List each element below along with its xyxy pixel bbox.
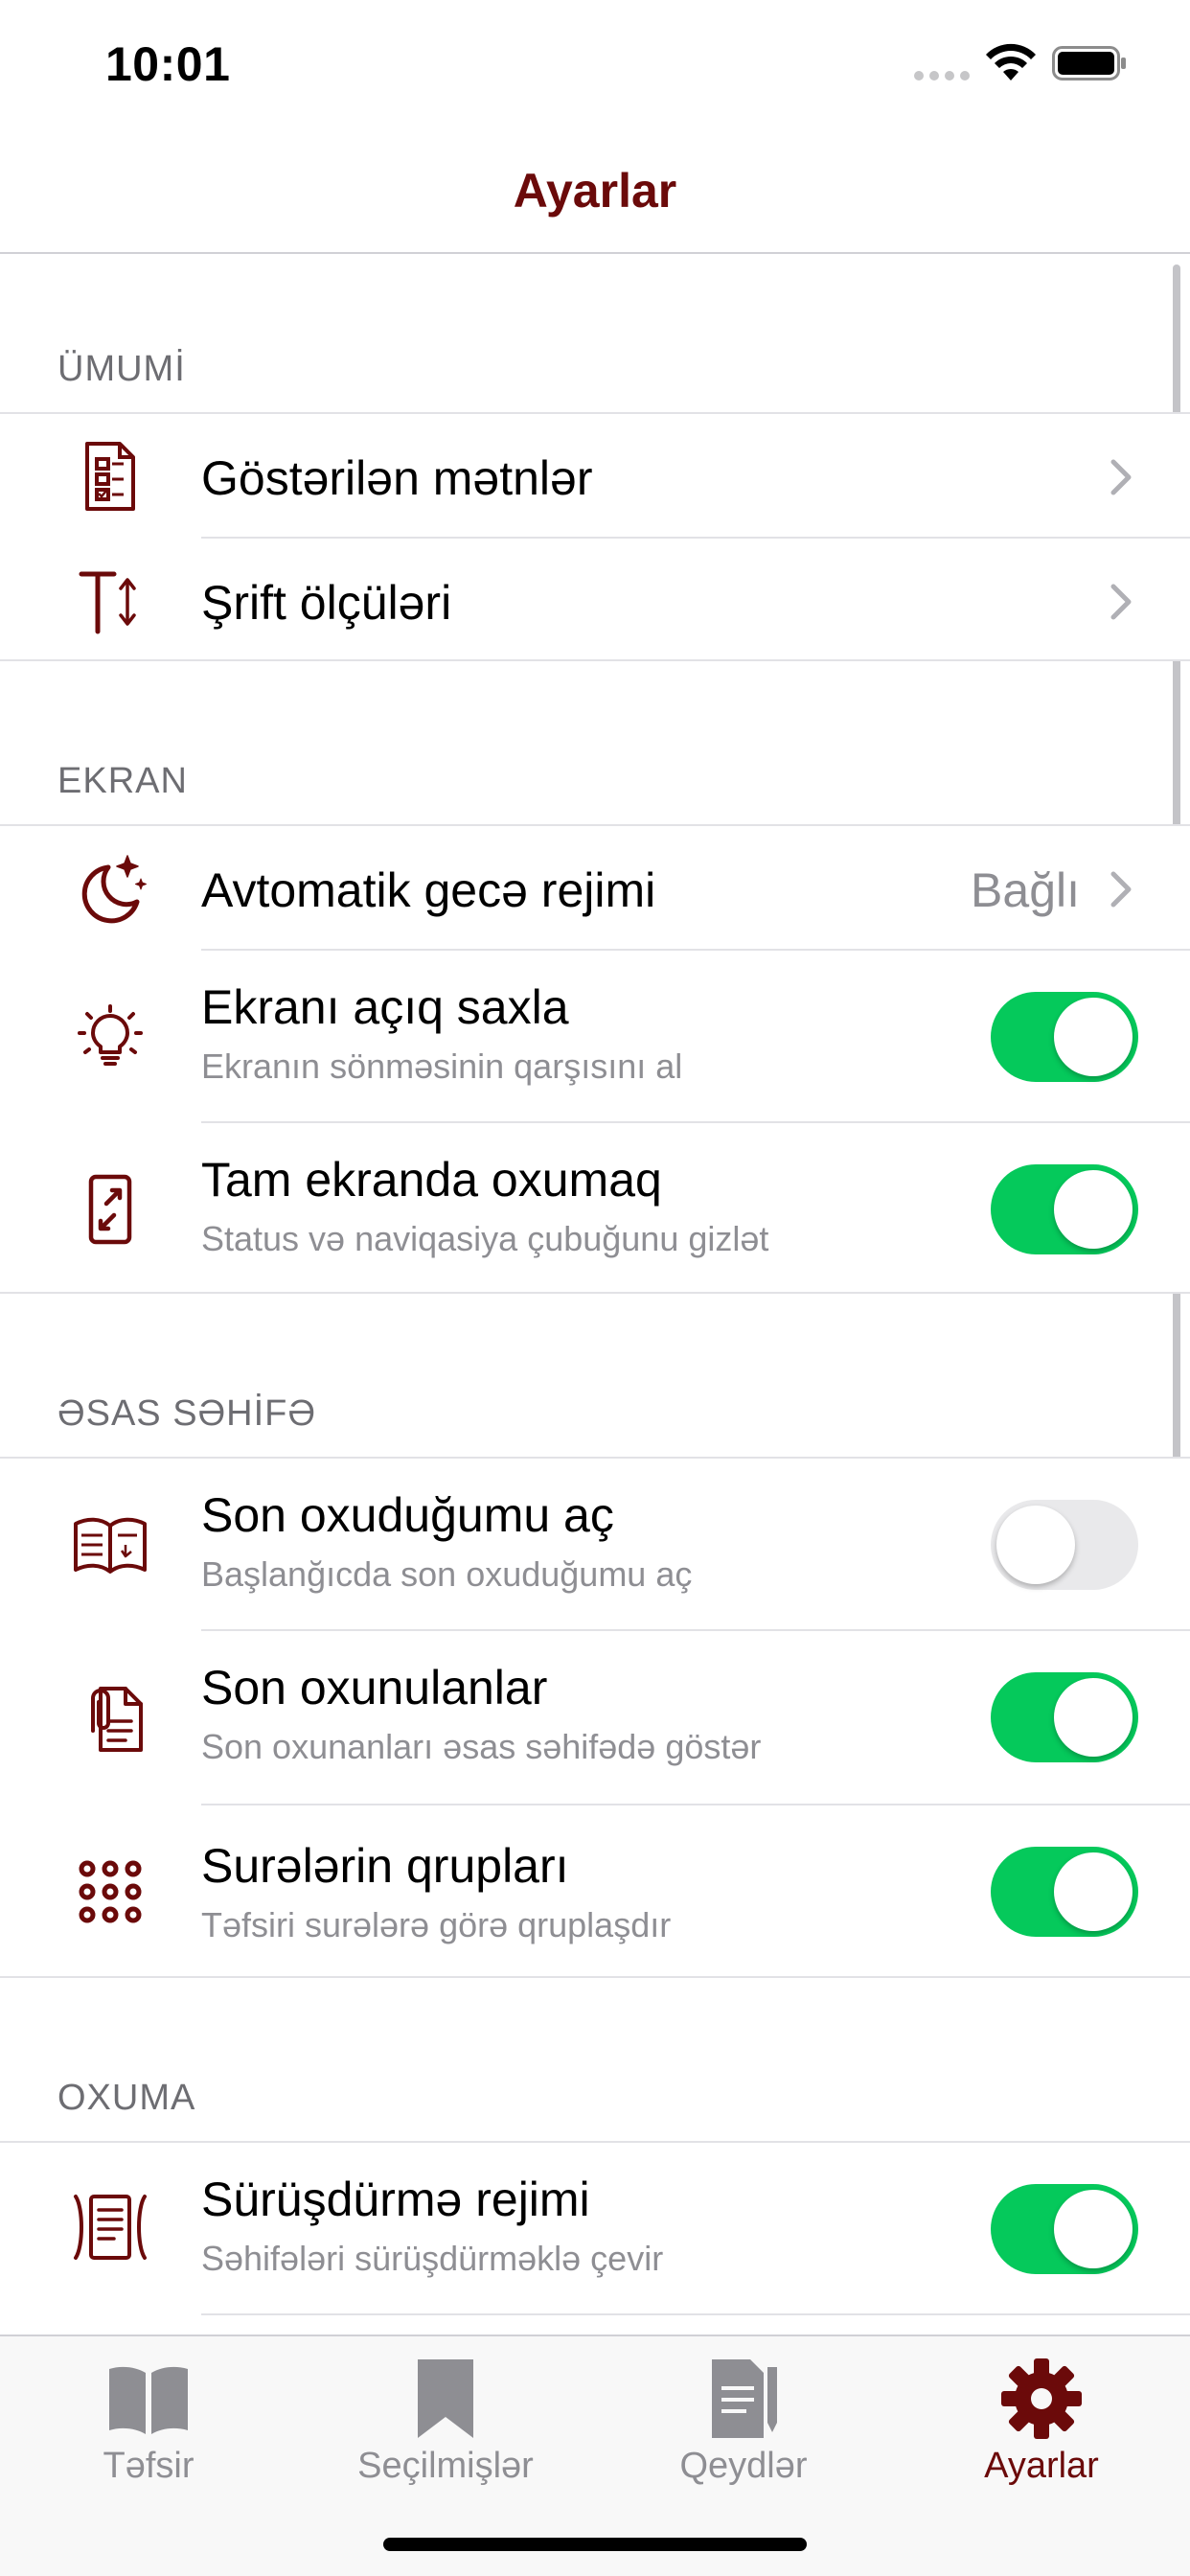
tab-notes[interactable]: Qeydlər xyxy=(595,2348,892,2492)
status-time: 10:01 xyxy=(105,37,231,91)
section-screen: Avtomatik gecə rejimi Bağlı Ekranı açıq … xyxy=(0,824,1190,1294)
home-indicator[interactable] xyxy=(383,2538,807,2551)
keep-screen-on-toggle[interactable] xyxy=(991,992,1138,1082)
tab-favorites[interactable]: Seçilmişlər xyxy=(297,2348,594,2492)
moon-stars-icon xyxy=(67,845,153,932)
section-header-screen: EKRAN xyxy=(57,761,188,801)
row-surah-groups[interactable]: Surələrin qrupları Təfsiri surələrə görə… xyxy=(0,1806,1190,1978)
row-subtitle: Səhifələri sürüşdürməklə çevir xyxy=(201,2239,664,2278)
checklist-document-icon xyxy=(67,433,153,519)
fullscreen-icon xyxy=(67,1166,153,1253)
scroll-mode-toggle[interactable] xyxy=(991,2184,1138,2274)
row-title: Sürüşdürmə rejimi xyxy=(201,2173,590,2226)
tab-label: Təfsir xyxy=(103,2446,195,2486)
section-header-home: ƏSAS SƏHİFƏ xyxy=(57,1393,316,1434)
section-header-reading: OXUMA xyxy=(57,2078,196,2118)
section-reading: Sürüşdürmə rejimi Səhifələri sürüşdürmək… xyxy=(0,2141,1190,2334)
row-subtitle: Son oxunanları əsas səhifədə göstər xyxy=(201,1727,762,1766)
chevron-right-icon xyxy=(1110,871,1132,908)
fullscreen-toggle[interactable] xyxy=(991,1164,1138,1254)
row-open-last-read[interactable]: Son oxuduğumu aç Başlanğıcda son oxuduğu… xyxy=(0,1459,1190,1631)
row-title: Göstərilən mətnlər xyxy=(201,451,593,505)
notes-icon xyxy=(712,2359,777,2438)
row-title: Tam ekranda oxumaq xyxy=(201,1153,662,1207)
section-header-general: ÜMUMİ xyxy=(57,349,186,389)
row-title: Şrift ölçüləri xyxy=(201,576,452,630)
row-keep-screen-on[interactable]: Ekranı açıq saxla Ekranın sönməsinin qar… xyxy=(0,951,1190,1123)
cellular-signal-icon xyxy=(914,71,970,80)
row-scroll-mode[interactable]: Sürüşdürmə rejimi Səhifələri sürüşdürmək… xyxy=(0,2143,1190,2315)
tab-label: Seçilmişlər xyxy=(357,2446,534,2486)
book-icon xyxy=(109,2366,188,2434)
chevron-right-icon xyxy=(1110,584,1132,620)
row-subtitle: Ekranın sönməsinin qarşısını al xyxy=(201,1046,683,1086)
tab-label: Qeydlər xyxy=(679,2446,808,2486)
row-auto-night-mode[interactable]: Avtomatik gecə rejimi Bağlı xyxy=(0,826,1190,951)
row-title: Son oxunulanlar xyxy=(201,1661,548,1714)
section-home: Son oxuduğumu aç Başlanğıcda son oxuduğu… xyxy=(0,1457,1190,1978)
row-value: Bağlı xyxy=(971,863,1080,917)
recently-read-toggle[interactable] xyxy=(991,1672,1138,1762)
row-subtitle: Başlanğıcda son oxuduğumu aç xyxy=(201,1554,693,1594)
row-title: Avtomatik gecə rejimi xyxy=(201,863,656,917)
row-title: Ekranı açıq saxla xyxy=(201,980,569,1034)
page-title: Ayarlar xyxy=(513,164,677,218)
dots-grid-icon xyxy=(67,1849,153,1935)
row-font-sizes[interactable]: Şrift ölçüləri xyxy=(0,539,1190,663)
section-general: Göstərilən mətnlər Şrift ölçüləri xyxy=(0,412,1190,661)
tab-label: Ayarlar xyxy=(984,2446,1099,2486)
row-fullscreen-reading[interactable]: Tam ekranda oxumaq Status və naviqasiya … xyxy=(0,1123,1190,1296)
settings-list[interactable]: ÜMUMİ Göstərilən mətnlər Şrift ölçüləri … xyxy=(0,255,1190,2334)
row-recently-read[interactable]: Son oxunulanlar Son oxunanları əsas səhi… xyxy=(0,1631,1190,1806)
text-size-icon xyxy=(67,558,153,644)
status-bar: 10:01 xyxy=(0,0,1190,134)
scroll-page-icon xyxy=(67,2184,153,2270)
open-last-read-toggle[interactable] xyxy=(991,1500,1138,1590)
gear-icon xyxy=(1001,2358,1082,2439)
tab-settings[interactable]: Ayarlar xyxy=(893,2348,1190,2492)
row-title: Son oxuduğumu aç xyxy=(201,1488,614,1542)
row-displayed-texts[interactable]: Göstərilən mətnlər xyxy=(0,414,1190,539)
navigation-bar: Ayarlar xyxy=(0,134,1190,254)
wifi-icon xyxy=(986,43,1036,80)
bookmark-icon xyxy=(418,2359,473,2438)
row-subtitle: Təfsiri surələrə görə qruplaşdır xyxy=(201,1905,672,1944)
row-title: Surələrin qrupları xyxy=(201,1839,569,1893)
attachment-document-icon xyxy=(67,1674,153,1760)
battery-icon xyxy=(1052,46,1126,80)
surah-groups-toggle[interactable] xyxy=(991,1847,1138,1937)
open-book-icon xyxy=(67,1502,153,1588)
tab-tafsir[interactable]: Təfsir xyxy=(0,2348,297,2492)
chevron-right-icon xyxy=(1110,459,1132,495)
lightbulb-icon xyxy=(67,994,153,1080)
row-subtitle: Status və naviqasiya çubuğunu gizlət xyxy=(201,1219,769,1258)
